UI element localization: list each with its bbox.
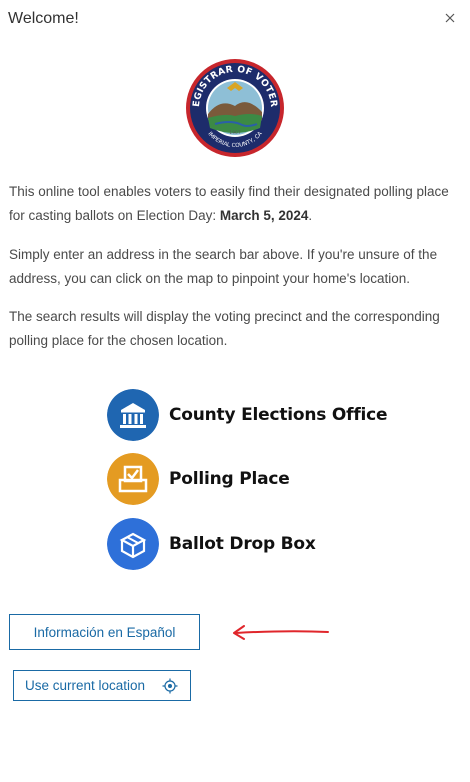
legend-item-polling-place: Polling Place bbox=[107, 452, 290, 506]
legend-label: Polling Place bbox=[169, 469, 290, 489]
intro-paragraph-2: Simply enter an address in the search ba… bbox=[9, 247, 438, 286]
legend-label: County Elections Office bbox=[169, 405, 388, 425]
panel-header: Welcome! bbox=[0, 0, 470, 40]
drop-box-icon bbox=[107, 518, 159, 570]
legend-label: Ballot Drop Box bbox=[169, 534, 316, 554]
legend-item-elections-office: County Elections Office bbox=[107, 388, 388, 442]
intro-period: . bbox=[308, 208, 313, 223]
spanish-info-button[interactable]: Información en Español bbox=[9, 614, 200, 650]
legend-item-drop-box: Ballot Drop Box bbox=[107, 517, 316, 571]
use-current-location-button[interactable]: Use current location bbox=[13, 670, 191, 701]
election-date: March 5, 2024 bbox=[219, 208, 309, 223]
registrar-seal-logo: REGISTRAR OF VOTERS IMPERIAL COUNTY, CA … bbox=[185, 58, 284, 157]
seal-year: 1907 bbox=[229, 130, 241, 136]
crosshair-location-icon bbox=[162, 678, 178, 694]
close-icon[interactable] bbox=[442, 10, 458, 26]
courthouse-icon bbox=[107, 389, 159, 441]
intro-paragraph-1: This online tool enables voters to easil… bbox=[9, 180, 465, 228]
use-current-location-label: Use current location bbox=[25, 678, 146, 693]
intro-paragraph-3: The search results will display the voti… bbox=[9, 309, 440, 348]
annotation-arrow bbox=[233, 625, 329, 640]
ballot-checkmark-icon bbox=[107, 453, 159, 505]
panel-title: Welcome! bbox=[8, 10, 79, 27]
